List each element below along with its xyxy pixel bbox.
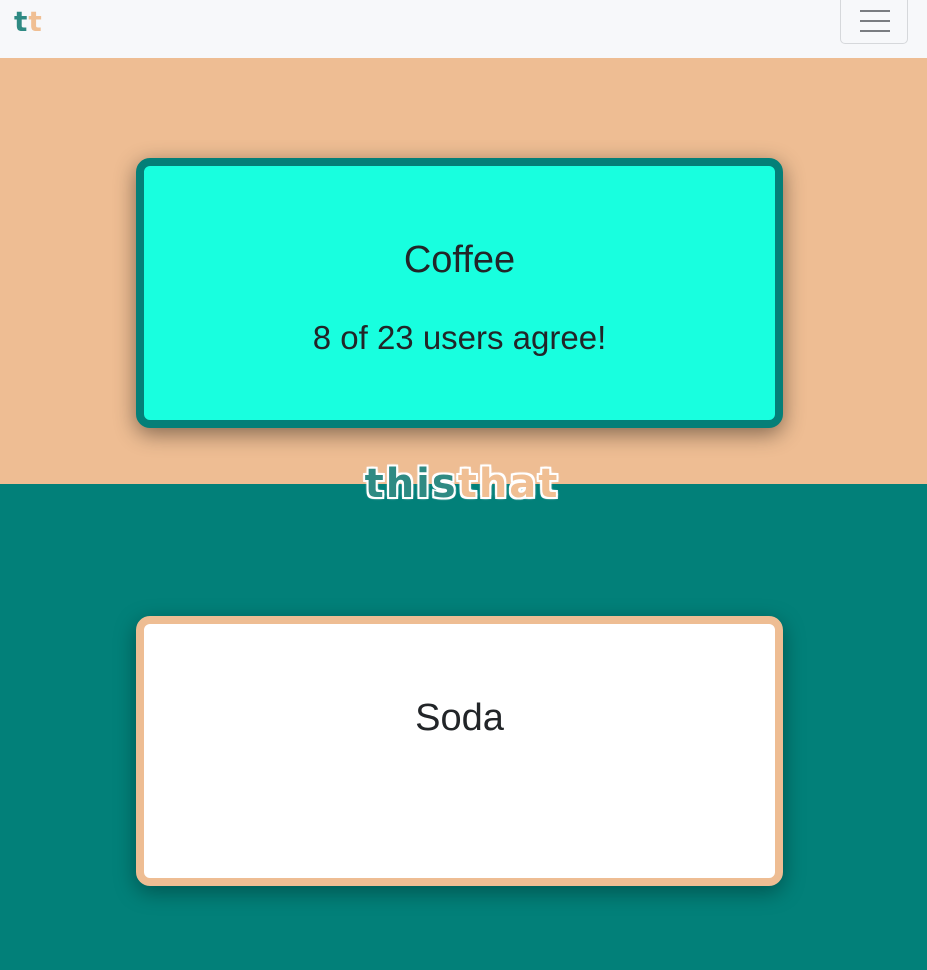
menu-toggle-button[interactable] xyxy=(840,0,908,44)
this-choice-title: Coffee xyxy=(403,239,516,281)
that-choice-title: Soda xyxy=(415,697,504,739)
brand-logo[interactable]: tt xyxy=(14,4,43,40)
thisthat-logo: thisthat xyxy=(362,460,562,508)
logo-word-that: that xyxy=(457,461,560,507)
this-choice-card[interactable]: Coffee 8 of 23 users agree! xyxy=(136,158,783,428)
that-choice-card[interactable]: Soda xyxy=(136,616,783,886)
this-choice-result: 8 of 23 users agree! xyxy=(312,319,607,356)
logo-word-this: this xyxy=(364,461,458,507)
brand-letter-this: t xyxy=(14,5,29,38)
brand-letter-that: t xyxy=(28,5,43,38)
navbar: tt xyxy=(0,0,927,58)
